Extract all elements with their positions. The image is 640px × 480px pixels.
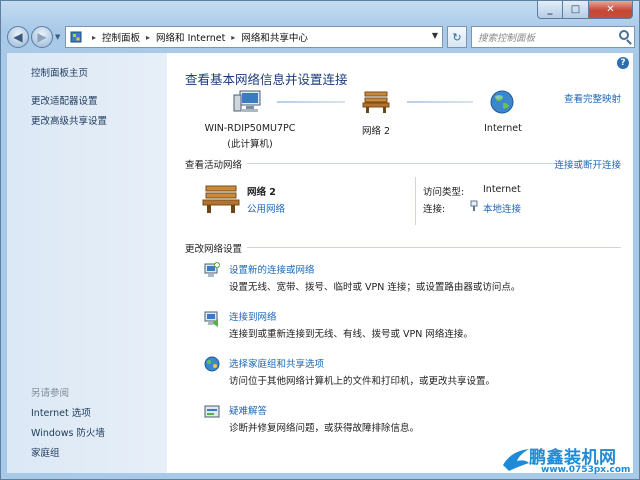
back-button[interactable]: ◀ [7,26,29,48]
navigation-bar: ◀ ▶ ▼ ▸ 控制面板 ▸ 网络和 Internet ▸ 网络和共享中心 ▼ … [7,25,635,49]
map-connector-line [407,101,473,103]
local-connection-link[interactable]: 本地连接 [483,201,521,215]
see-also-homegroup[interactable]: 家庭组 [31,445,60,459]
homegroup-sharing-link[interactable]: 选择家庭组和共享选项 [229,356,324,370]
page-title: 查看基本网络信息并设置连接 [185,72,348,87]
network-node-label: 网络 2 [361,126,391,137]
map-connector-line [277,101,345,103]
refresh-button[interactable]: ↻ [447,26,467,48]
close-button[interactable]: ✕ [589,1,633,19]
active-network-name: 网络 2 [247,187,276,198]
internet-node-label: Internet [484,123,522,134]
breadcrumb-network-internet[interactable]: 网络和 Internet [156,30,225,44]
control-panel-icon [70,31,82,43]
watermark-bird-logo-icon [503,449,529,471]
access-type-value: Internet [483,184,521,195]
active-networks-heading: 查看活动网络 [185,160,243,171]
address-dropdown-icon[interactable]: ▼ [432,31,438,40]
section-divider [247,247,621,248]
sidebar-link-control-panel-home[interactable]: 控制面板主页 [31,65,88,79]
forward-arrow-icon: ▶ [37,30,47,44]
computer-name: WIN-RDIP50MU7PC [204,123,296,134]
search-placeholder: 搜索控制面板 [478,33,536,44]
new-connection-icon [204,262,220,277]
forward-button[interactable]: ▶ [31,26,53,48]
breadcrumb-control-panel[interactable]: 控制面板 [102,30,140,44]
this-computer-node: WIN-RDIP50MU7PC (此计算机) [195,123,305,150]
back-arrow-icon: ◀ [13,30,23,44]
computer-subtitle: (此计算机) [227,139,273,150]
homegroup-icon [204,356,220,372]
nav-buttons: ◀ ▶ ▼ [7,25,61,49]
close-icon: ✕ [606,4,615,15]
breadcrumb-arrow-icon[interactable]: ▸ [146,33,150,42]
watermark: 鹏鑫装机网 www.0753px.com [499,443,639,479]
breadcrumb-arrow-icon: ▸ [92,32,97,42]
maximize-button[interactable]: □ [563,1,589,19]
sidebar: 控制面板主页 更改适配器设置 更改高级共享设置 另请参阅 Internet 选项… [7,53,167,473]
section-divider [247,163,563,164]
bench-icon [202,185,240,213]
network-type-link[interactable]: 公用网络 [247,201,285,215]
computer-icon [233,90,261,112]
sidebar-link-change-advanced-sharing[interactable]: 更改高级共享设置 [31,113,107,127]
search-icon[interactable] [619,30,629,40]
homegroup-sharing-desc: 访问位于其他网络计算机上的文件和打印机，或更改共享设置。 [229,376,496,387]
connect-to-network-link[interactable]: 连接到网络 [229,309,277,323]
connections-label: 连接: [423,204,446,215]
see-full-map-link[interactable]: 查看完整映射 [564,91,621,105]
see-also-heading: 另请参阅 [31,388,70,399]
connect-network-icon [204,311,218,327]
change-settings-heading: 更改网络设置 [185,244,243,255]
setup-new-connection-link[interactable]: 设置新的连接或网络 [229,262,315,276]
minimize-button[interactable]: _ [537,1,563,19]
address-bar[interactable]: ▸ 控制面板 ▸ 网络和 Internet ▸ 网络和共享中心 ▼ [65,26,443,48]
setup-new-connection-desc: 设置无线、宽带、拨号、临时或 VPN 连接；或设置路由器或访问点。 [229,282,521,293]
breadcrumb-network-sharing-center[interactable]: 网络和共享中心 [241,30,308,44]
troubleshoot-desc: 诊断并修复网络问题，或获得故障排除信息。 [229,423,420,434]
caption-buttons: _ □ ✕ [537,1,633,19]
see-also-internet-options[interactable]: Internet 选项 [31,405,91,419]
internet-globe-icon [490,90,514,114]
sidebar-link-change-adapter-settings[interactable]: 更改适配器设置 [31,93,98,107]
connect-disconnect-link[interactable]: 连接或断开连接 [554,157,621,171]
see-also-windows-firewall[interactable]: Windows 防火墙 [31,425,105,439]
bench-icon [362,91,390,113]
breadcrumb-arrow-icon[interactable]: ▸ [231,33,235,42]
access-type-label: 访问类型: [423,187,465,198]
troubleshoot-icon [204,405,220,418]
maximize-icon: □ [570,4,581,15]
recent-pages-dropdown-icon[interactable]: ▼ [55,33,60,41]
troubleshoot-link[interactable]: 疑难解答 [229,403,267,417]
search-input[interactable]: 搜索控制面板 [471,26,635,48]
refresh-icon: ↻ [452,30,462,44]
network-node: 网络 2 [336,123,416,137]
connect-to-network-desc: 连接到或重新连接到无线、有线、拨号或 VPN 网络连接。 [229,329,473,340]
minimize-icon: _ [547,4,553,15]
main-content: ? 查看基本网络信息并设置连接 查看完整映射 WIN-RDIP50MU7PC (… [167,53,633,473]
watermark-url: www.0753px.com [541,465,631,475]
ethernet-plug-icon [470,200,478,211]
network-sharing-center-window: _ □ ✕ ◀ ▶ ▼ ▸ 控制面板 ▸ 网络和 Internet ▸ 网络和共… [0,0,640,480]
vertical-divider [415,177,416,225]
internet-node: Internet [463,123,543,134]
help-icon: ? [620,58,626,68]
help-button[interactable]: ? [617,57,629,69]
